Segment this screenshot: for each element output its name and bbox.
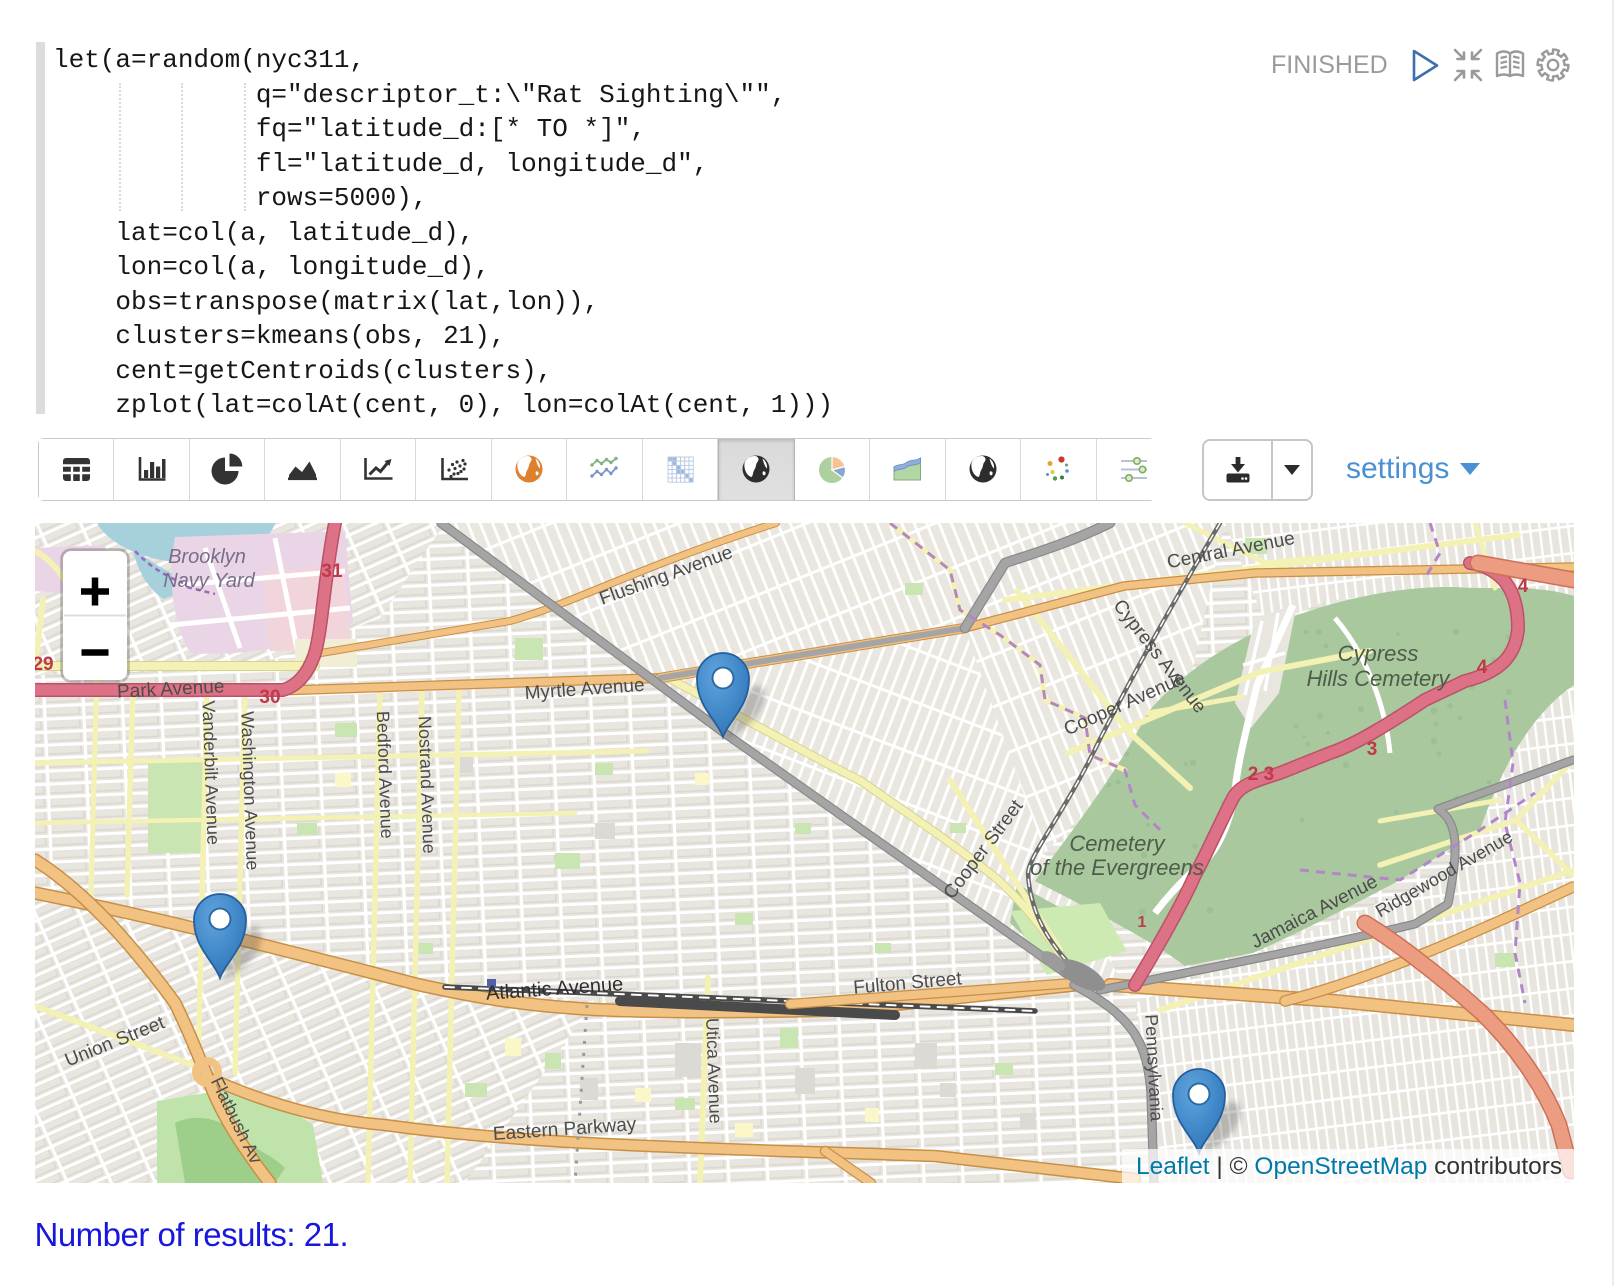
- svg-text:Utica Avenue: Utica Avenue: [702, 1018, 726, 1124]
- svg-text:Cypress: Cypress: [1338, 641, 1419, 666]
- svg-text:Hills Cemetery: Hills Cemetery: [1306, 666, 1451, 691]
- svg-text:4: 4: [1477, 657, 1488, 678]
- svg-text:1: 1: [1138, 914, 1147, 931]
- svg-text:4: 4: [1518, 576, 1529, 597]
- svg-text:31: 31: [321, 561, 343, 582]
- svg-text:2 3: 2 3: [1248, 764, 1274, 785]
- svg-text:of the Evergreens: of the Evergreens: [1030, 855, 1204, 880]
- svg-text:Brooklyn: Brooklyn: [168, 546, 246, 568]
- svg-text:Leaflet | © OpenStreetMap cont: Leaflet | © OpenStreetMap contributors: [1136, 1153, 1562, 1180]
- svg-text:30: 30: [259, 687, 280, 708]
- svg-text:3: 3: [1367, 739, 1378, 760]
- svg-text:Cemetery: Cemetery: [1069, 831, 1166, 856]
- svg-text:29: 29: [35, 654, 54, 675]
- svg-text:Navy Yard: Navy Yard: [163, 570, 255, 592]
